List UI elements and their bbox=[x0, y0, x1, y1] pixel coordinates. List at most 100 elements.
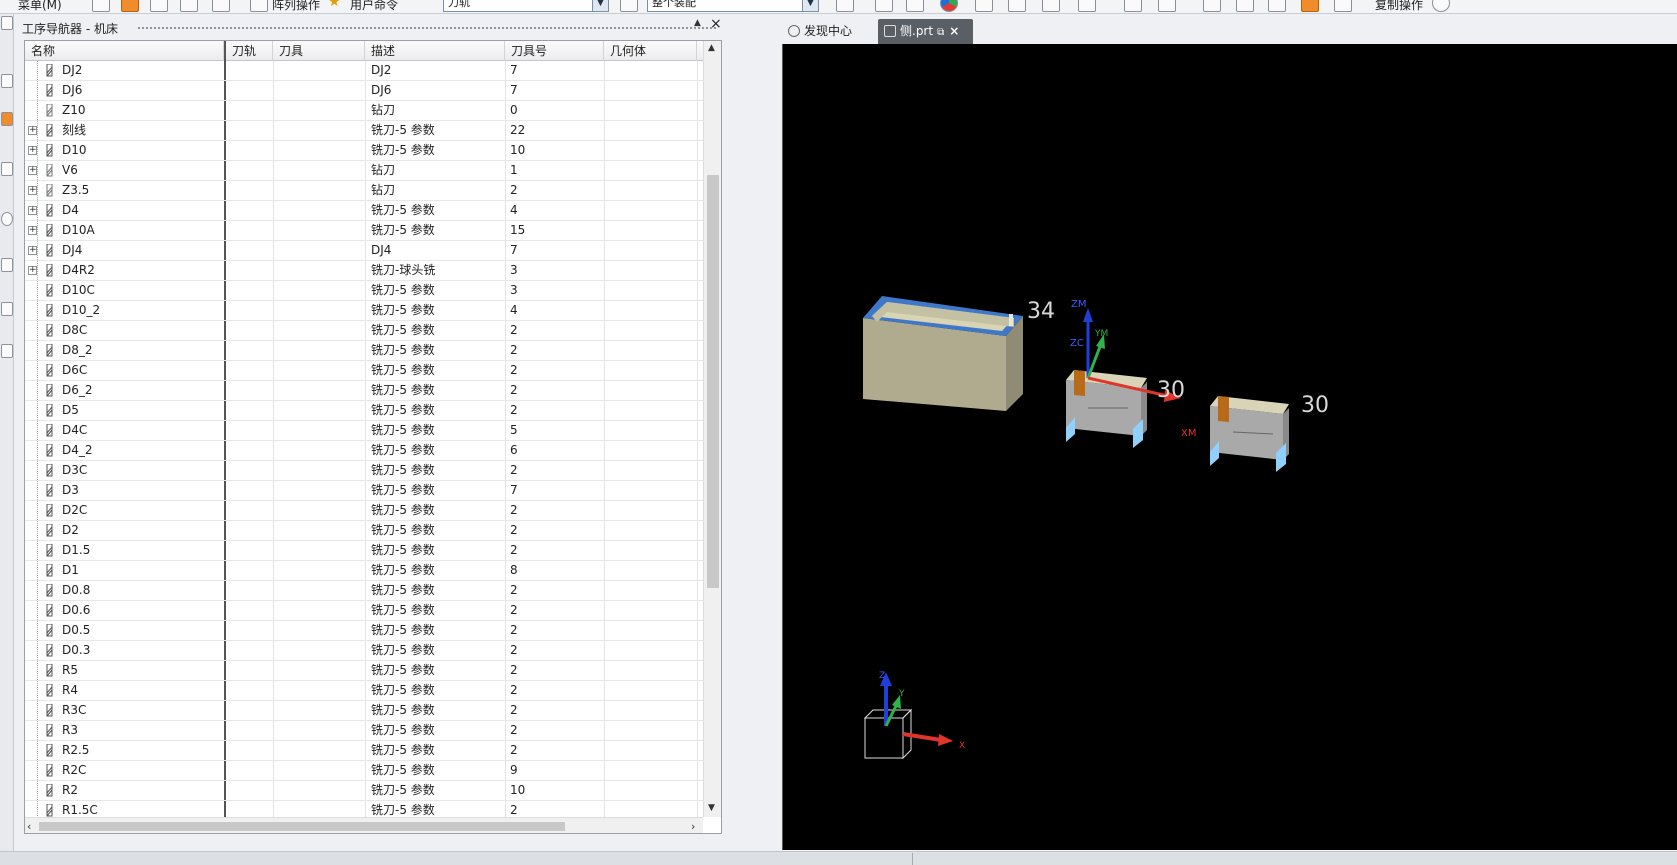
column-header-tool[interactable]: 刀具 bbox=[273, 41, 365, 61]
resource-icon-6[interactable] bbox=[1, 258, 13, 272]
toolbar-icon-5[interactable] bbox=[836, 0, 854, 12]
table-row[interactable]: + V6 钻刀 1 bbox=[25, 161, 703, 181]
toolbar-icon-6[interactable] bbox=[975, 0, 993, 12]
table-row[interactable]: D0.5 铣刀-5 参数 2 bbox=[25, 621, 703, 641]
scroll-thumb[interactable] bbox=[707, 175, 719, 588]
table-row[interactable]: Z10 钻刀 0 bbox=[25, 101, 703, 121]
close-icon[interactable]: × bbox=[710, 16, 722, 32]
table-row[interactable]: R2C 铣刀-5 参数 9 bbox=[25, 761, 703, 781]
column-header-name[interactable]: 名称 bbox=[25, 41, 224, 61]
table-row[interactable]: D8C 铣刀-5 参数 2 bbox=[25, 321, 703, 341]
horizontal-scrollbar[interactable]: ‹ › bbox=[25, 817, 703, 833]
undock-icon[interactable]: ⧉ bbox=[937, 21, 944, 45]
gear-icon[interactable] bbox=[1432, 0, 1450, 12]
column-divider bbox=[697, 421, 698, 440]
table-row[interactable]: D6C 铣刀-5 参数 2 bbox=[25, 361, 703, 381]
tab-part-file[interactable]: 侧.prt ⧉ × bbox=[878, 19, 973, 45]
table-row[interactable]: D0.3 铣刀-5 参数 2 bbox=[25, 641, 703, 661]
table-row[interactable]: D6_2 铣刀-5 参数 2 bbox=[25, 381, 703, 401]
cube-icon[interactable] bbox=[1124, 0, 1142, 12]
toolbar-icon-4[interactable] bbox=[180, 0, 198, 12]
table-row[interactable]: R2.5 铣刀-5 参数 2 bbox=[25, 741, 703, 761]
move-icon-2[interactable] bbox=[906, 0, 924, 12]
table-row[interactable]: R5 铣刀-5 参数 2 bbox=[25, 661, 703, 681]
graphics-window[interactable]: 34 ZM YM ZC XM 30 30 Z Y X bbox=[782, 44, 1677, 850]
table-row[interactable]: + 刻线 铣刀-5 参数 22 bbox=[25, 121, 703, 141]
column-header-geometry[interactable]: 几何体 bbox=[604, 41, 697, 61]
resource-icon-5[interactable] bbox=[1, 212, 13, 226]
undo-icon[interactable] bbox=[620, 0, 638, 12]
resource-icon-8[interactable] bbox=[1, 344, 13, 358]
table-row[interactable]: D1 铣刀-5 参数 8 bbox=[25, 561, 703, 581]
table-row[interactable]: + D10 铣刀-5 参数 10 bbox=[25, 141, 703, 161]
table-row[interactable]: + D10A 铣刀-5 参数 15 bbox=[25, 221, 703, 241]
snowflake-icon-2[interactable] bbox=[875, 0, 893, 12]
scroll-down-icon[interactable]: ▼ bbox=[708, 803, 715, 813]
table-row[interactable]: D5 铣刀-5 参数 2 bbox=[25, 401, 703, 421]
table-row[interactable]: D0.8 铣刀-5 参数 2 bbox=[25, 581, 703, 601]
color-wheel-icon[interactable] bbox=[940, 0, 958, 12]
column-header-toolpath[interactable]: 刀轨 bbox=[224, 41, 273, 61]
row-tool bbox=[273, 61, 365, 80]
table-row[interactable]: D2C 铣刀-5 参数 2 bbox=[25, 501, 703, 521]
table-row[interactable]: + Z3.5 钻刀 2 bbox=[25, 181, 703, 201]
toolbar-icon-2[interactable] bbox=[121, 0, 139, 12]
eye-icon[interactable] bbox=[1203, 0, 1221, 12]
layers-icon[interactable] bbox=[1334, 0, 1352, 12]
toolpath-filter-select[interactable]: 刀轨 ▼ bbox=[443, 0, 609, 12]
menu-button[interactable]: 菜单(M) bbox=[18, 0, 62, 13]
table-row[interactable]: R3C 铣刀-5 参数 2 bbox=[25, 701, 703, 721]
scroll-thumb-h[interactable] bbox=[39, 822, 565, 831]
table-row[interactable]: D3C 铣刀-5 参数 2 bbox=[25, 461, 703, 481]
cube-icon-2[interactable] bbox=[1158, 0, 1176, 12]
eye-icon-2[interactable] bbox=[1236, 0, 1254, 12]
copy-operation-button[interactable]: 复制操作 bbox=[1375, 0, 1423, 13]
magnifier-icon[interactable] bbox=[1, 162, 13, 176]
table-row[interactable]: R4 铣刀-5 参数 2 bbox=[25, 681, 703, 701]
table-row[interactable]: D1.5 铣刀-5 参数 2 bbox=[25, 541, 703, 561]
toolbar-icon-7[interactable] bbox=[1042, 0, 1060, 12]
table-row[interactable]: + DJ4 DJ4 7 bbox=[25, 241, 703, 261]
resource-icon-7[interactable] bbox=[1, 302, 13, 316]
table-row[interactable]: DJ2 DJ2 7 bbox=[25, 61, 703, 81]
star-icon[interactable]: ★ bbox=[328, 0, 346, 12]
table-row[interactable]: R3 铣刀-5 参数 2 bbox=[25, 721, 703, 741]
eye-hide-icon[interactable] bbox=[1268, 0, 1286, 12]
row-name: D8C bbox=[62, 323, 88, 337]
collapse-icon[interactable]: ▲ bbox=[694, 18, 701, 28]
move-icon[interactable] bbox=[250, 0, 268, 12]
table-row[interactable]: R1.5C 铣刀-5 参数 2 bbox=[25, 801, 703, 817]
toolbar-icon-1[interactable] bbox=[92, 0, 110, 12]
table-row[interactable]: DJ6 DJ6 7 bbox=[25, 81, 703, 101]
toolbar-icon-8[interactable] bbox=[1078, 0, 1096, 12]
table-row[interactable]: D0.6 铣刀-5 参数 2 bbox=[25, 601, 703, 621]
tab-resource-center[interactable]: 发现中心 bbox=[782, 19, 880, 45]
column-header-tool-number[interactable]: 刀具号 bbox=[505, 41, 604, 61]
table-row[interactable]: D10_2 铣刀-5 参数 4 bbox=[25, 301, 703, 321]
table-row[interactable]: R2 铣刀-5 参数 10 bbox=[25, 781, 703, 801]
array-operation-button[interactable]: 阵列操作 bbox=[272, 0, 320, 13]
resource-icon-1[interactable] bbox=[1, 16, 13, 30]
resource-icon-3[interactable] bbox=[1, 112, 13, 126]
assembly-scope-select[interactable]: 整个装配 ▼ bbox=[647, 0, 819, 12]
scroll-right-icon[interactable]: › bbox=[691, 820, 695, 833]
user-command-button[interactable]: 用户命令 bbox=[350, 0, 398, 13]
toolbar-icon-3[interactable] bbox=[150, 0, 168, 12]
hexagon-icon[interactable] bbox=[1008, 0, 1026, 12]
column-header-description[interactable]: 描述 bbox=[365, 41, 505, 61]
table-row[interactable]: D3 铣刀-5 参数 7 bbox=[25, 481, 703, 501]
table-row[interactable]: D8_2 铣刀-5 参数 2 bbox=[25, 341, 703, 361]
resource-icon-2[interactable] bbox=[1, 74, 13, 88]
orange-square-icon[interactable] bbox=[1301, 0, 1319, 12]
scroll-up-icon[interactable]: ▲ bbox=[708, 43, 715, 53]
table-row[interactable]: D10C 铣刀-5 参数 3 bbox=[25, 281, 703, 301]
snowflake-icon[interactable] bbox=[212, 0, 230, 12]
scroll-left-icon[interactable]: ‹ bbox=[27, 820, 31, 833]
table-row[interactable]: + D4R2 铣刀-球头铣 3 bbox=[25, 261, 703, 281]
table-row[interactable]: + D4 铣刀-5 参数 4 bbox=[25, 201, 703, 221]
table-row[interactable]: D2 铣刀-5 参数 2 bbox=[25, 521, 703, 541]
vertical-scrollbar[interactable]: ▲ ▼ bbox=[703, 41, 721, 817]
table-row[interactable]: D4_2 铣刀-5 参数 6 bbox=[25, 441, 703, 461]
close-tab-icon[interactable]: × bbox=[949, 19, 959, 43]
table-row[interactable]: D4C 铣刀-5 参数 5 bbox=[25, 421, 703, 441]
